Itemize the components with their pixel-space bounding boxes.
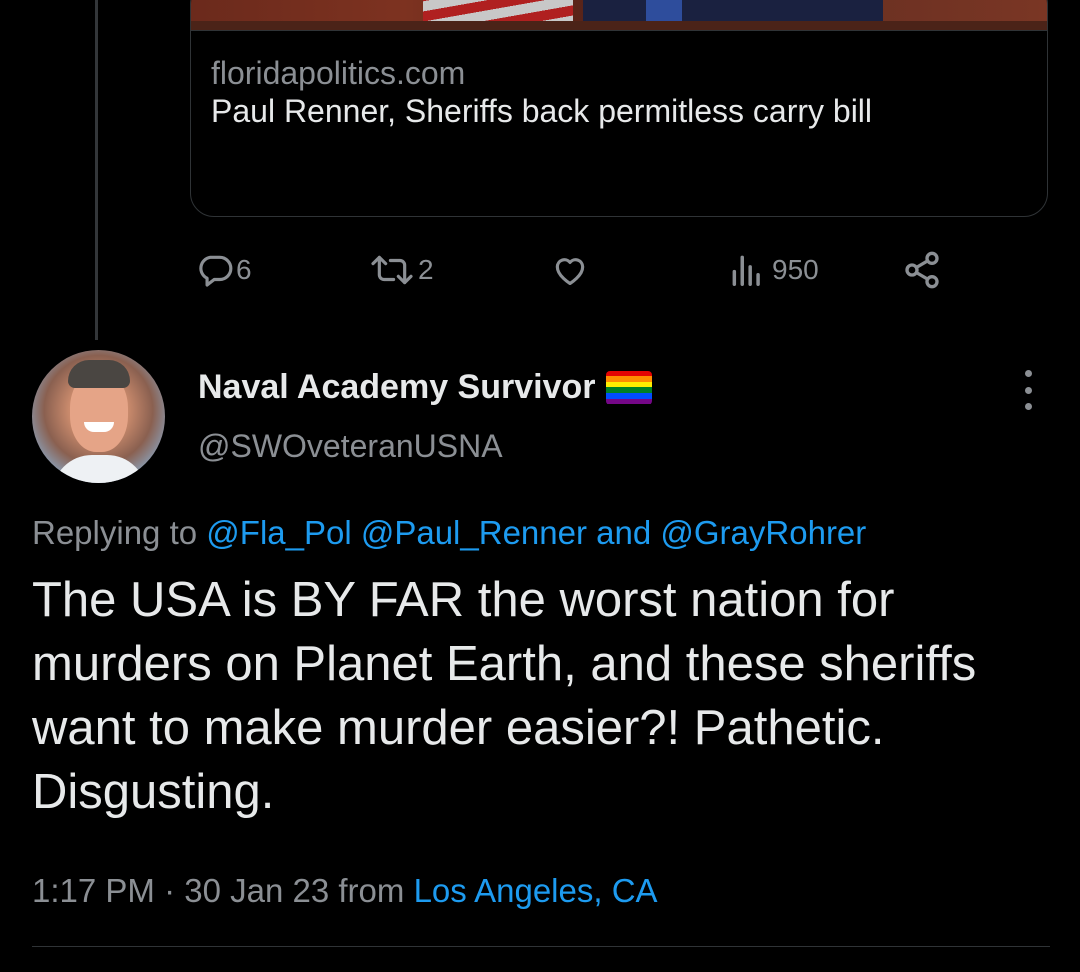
- retweet-button[interactable]: 2: [368, 248, 434, 292]
- replying-prefix: Replying to: [32, 514, 198, 551]
- like-icon: [550, 251, 590, 289]
- retweet-icon: [368, 251, 416, 289]
- display-name-text: Naval Academy Survivor: [198, 368, 596, 406]
- tweet-date[interactable]: 30 Jan 23: [184, 872, 329, 909]
- tweet-action-bar: 6 2 950: [0, 248, 1080, 292]
- rainbow-flag-icon: [605, 370, 652, 405]
- replying-and[interactable]: and: [596, 514, 651, 551]
- tweet-thread: floridapolitics.com Paul Renner, Sheriff…: [0, 0, 1080, 972]
- share-button[interactable]: [902, 248, 942, 292]
- divider: [32, 946, 1050, 947]
- avatar-hair: [68, 360, 130, 388]
- like-button[interactable]: [550, 248, 590, 292]
- display-name[interactable]: Naval Academy Survivor: [198, 368, 652, 407]
- views-icon: [730, 251, 764, 289]
- replying-to-line: Replying to @Fla_Pol @Paul_Renner and @G…: [32, 514, 866, 552]
- avatar-shirt: [52, 455, 147, 483]
- link-preview-card[interactable]: floridapolitics.com Paul Renner, Sheriff…: [190, 0, 1048, 217]
- from-label: from: [338, 872, 405, 909]
- mention-fla-pol[interactable]: @Fla_Pol: [206, 514, 351, 551]
- reply-icon: [196, 251, 234, 289]
- reply-button[interactable]: 6: [196, 248, 252, 292]
- tweet-meta: 1:17 PM · 30 Jan 23 from Los Angeles, CA: [32, 872, 658, 910]
- link-preview-image[interactable]: [191, 0, 1047, 31]
- reply-count: 6: [236, 254, 252, 285]
- tweet-text: The USA is BY FAR the worst nation for m…: [32, 573, 977, 819]
- mention-paul-renner[interactable]: @Paul_Renner: [361, 514, 587, 551]
- meta-separator: ·: [164, 872, 176, 909]
- podium-image-part: [191, 21, 1047, 30]
- more-options-icon[interactable]: [1016, 370, 1040, 410]
- tweet-location[interactable]: Los Angeles, CA: [414, 872, 658, 909]
- views-button[interactable]: 950: [730, 248, 819, 292]
- avatar[interactable]: [32, 350, 165, 483]
- link-title: Paul Renner, Sheriffs back permitless ca…: [211, 93, 873, 129]
- tweet-time[interactable]: 1:17 PM: [32, 872, 155, 909]
- views-count: 950: [772, 254, 819, 285]
- retweet-count: 2: [418, 254, 434, 285]
- share-icon: [902, 250, 942, 290]
- user-handle[interactable]: @SWOveteranUSNA: [198, 428, 503, 465]
- mention-grayrohrer[interactable]: @GrayRohrer: [660, 514, 866, 551]
